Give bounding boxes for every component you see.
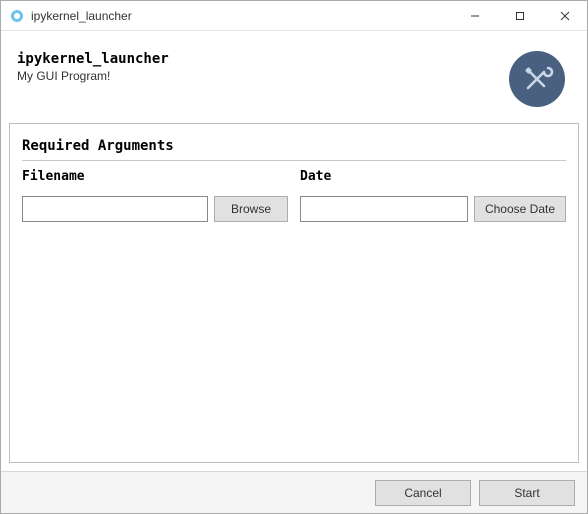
- filename-label: Filename: [22, 169, 288, 184]
- section-title: Required Arguments: [22, 138, 566, 161]
- minimize-button[interactable]: [452, 1, 497, 30]
- cancel-button[interactable]: Cancel: [375, 480, 471, 506]
- date-label: Date: [300, 169, 566, 184]
- field-row: Filename Browse Date Choose Date: [22, 169, 566, 222]
- app-name: ipykernel_launcher: [17, 51, 509, 67]
- titlebar: ipykernel_launcher: [1, 1, 587, 31]
- content-panel: Required Arguments Filename Browse Date …: [9, 123, 579, 463]
- filename-input[interactable]: [22, 196, 208, 222]
- app-icon: [9, 8, 25, 24]
- date-field-group: Date Choose Date: [300, 169, 566, 222]
- maximize-button[interactable]: [497, 1, 542, 30]
- wrench-screwdriver-icon: [520, 62, 554, 96]
- header: ipykernel_launcher My GUI Program!: [1, 31, 587, 119]
- filename-field-group: Filename Browse: [22, 169, 288, 222]
- footer: Cancel Start: [1, 471, 587, 513]
- date-input[interactable]: [300, 196, 468, 222]
- close-button[interactable]: [542, 1, 587, 30]
- browse-button[interactable]: Browse: [214, 196, 288, 222]
- settings-logo: [509, 51, 565, 107]
- window-title: ipykernel_launcher: [31, 9, 452, 23]
- app-window: ipykernel_launcher ipykernel_launcher My…: [0, 0, 588, 514]
- header-text: ipykernel_launcher My GUI Program!: [17, 51, 509, 83]
- start-button[interactable]: Start: [479, 480, 575, 506]
- choose-date-button[interactable]: Choose Date: [474, 196, 566, 222]
- app-description: My GUI Program!: [17, 69, 509, 83]
